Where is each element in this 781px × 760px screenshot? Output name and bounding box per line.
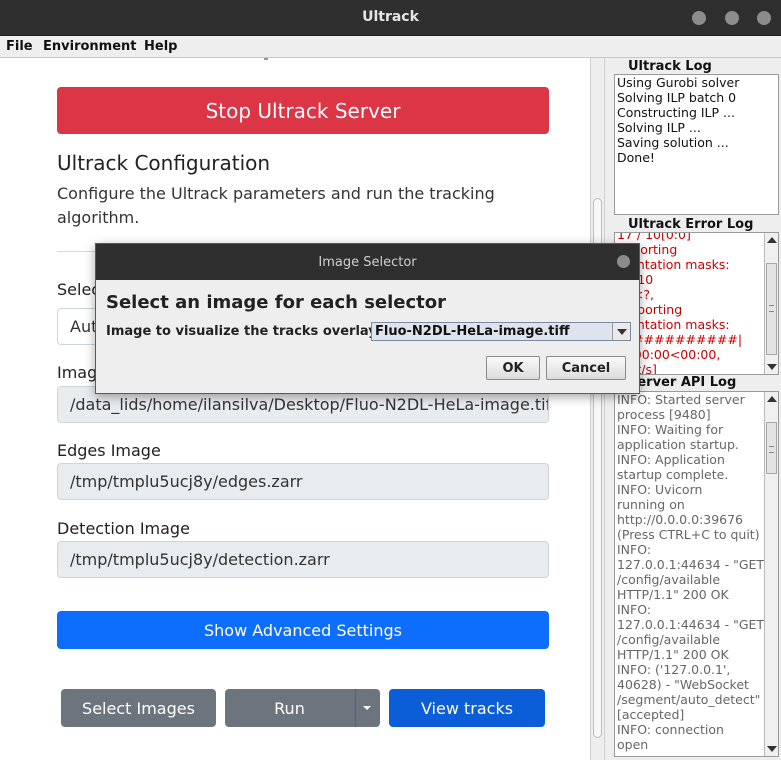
dialog-close-button[interactable] [617, 255, 630, 268]
show-advanced-settings-button[interactable]: Show Advanced Settings [57, 611, 549, 649]
detection-path-value: /tmp/tmplu5ucj8y/detection.zarr [70, 550, 330, 569]
log-line: Saving solution ... [617, 135, 729, 150]
log-line: /config/available [617, 572, 721, 587]
image-path-value: /data_lids/home/ilansilva/Desktop/Fluo-N… [70, 395, 549, 414]
cancel-button[interactable]: Cancel [546, 356, 626, 380]
log-line: INFO: Started server [617, 392, 745, 407]
config-title: Ultrack Configuration [57, 151, 271, 175]
log-line: process [9480] [617, 407, 711, 422]
log-line: Constructing ILP ... [617, 105, 735, 120]
ultrack-log[interactable]: Using Gurobi solver Solving ILP batch 0 Co… [614, 74, 779, 215]
server-log-scroll-thumb[interactable] [766, 422, 777, 474]
log-line: INFO: [617, 602, 652, 617]
config-description: Configure the Ultrack parameters and run… [57, 184, 495, 227]
overlay-image-select[interactable]: Fluo-N2DL-HeLa-image.tiff [371, 322, 631, 341]
scroll-down-icon[interactable] [767, 746, 777, 752]
dialog-heading: Select an image for each selector [106, 292, 447, 313]
log-line: 127.0.0.1:44634 - "GET [617, 617, 765, 632]
log-line: startup complete. [617, 467, 729, 482]
close-button[interactable] [757, 11, 771, 25]
overlay-image-selected: Fluo-N2DL-HeLa-image.tiff [375, 324, 570, 339]
dialog-titlebar: Image Selector [96, 244, 639, 280]
server-log[interactable]: INFO: Started server process [9480] INFO: … [614, 391, 779, 757]
select-label: Selec [57, 280, 101, 299]
log-line: INFO: ('127.0.0.1', [617, 662, 731, 677]
error-log-title: Ultrack Error Log [628, 217, 754, 232]
log-line: open [617, 737, 649, 752]
log-line: INFO: [617, 542, 652, 557]
edges-path-field[interactable]: /tmp/tmplu5ucj8y/edges.zarr [57, 463, 549, 500]
split-pane-divider[interactable] [604, 58, 612, 760]
log-line: [accepted] [617, 707, 685, 722]
log-line: 40628) - "WebSocket [617, 677, 749, 692]
overlay-image-label: Image to visualize the tracks overlay [106, 324, 377, 339]
log-line: INFO: Waiting for [617, 422, 724, 437]
image-label: Imag [57, 363, 98, 382]
stop-server-button[interactable]: Stop Ultrack Server [57, 87, 549, 134]
window-titlebar: Ultrack [0, 0, 781, 36]
image-selector-dialog: Image Selector Select an image for each … [95, 243, 640, 394]
log-line: Solving ILP ... [617, 120, 701, 135]
detection-path-field[interactable]: /tmp/tmplu5ucj8y/detection.zarr [57, 541, 549, 578]
dialog-title: Image Selector [318, 255, 417, 270]
chevron-down-icon[interactable] [612, 323, 630, 340]
menu-environment[interactable]: Environment [43, 39, 137, 54]
log-line: /segment/auto_detect" [617, 692, 761, 707]
edges-label: Edges Image [57, 441, 161, 460]
log-line: INFO: Application [617, 452, 725, 467]
log-line: http://0.0.0.0:39676 [617, 512, 744, 527]
run-label: Run [274, 698, 305, 718]
log-line: INFO: connection [617, 722, 724, 737]
server-log-scrollbar[interactable] [764, 392, 778, 756]
scroll-up-icon[interactable] [767, 396, 777, 402]
log-line: 127.0.0.1:44634 - "GET [617, 557, 765, 572]
log-line: Using Gurobi solver [617, 75, 740, 90]
split-divider [355, 689, 356, 727]
error-log-scroll-thumb[interactable] [766, 263, 777, 355]
select-value: Aut [70, 317, 98, 336]
log-line: running on [617, 497, 685, 512]
log-line: 17 / 10[0:0] [617, 232, 691, 242]
main-panel: Stop Ultrack Server Ultrack Configuratio… [0, 58, 590, 760]
log-line: /config/available [617, 632, 721, 647]
scroll-up-icon[interactable] [767, 237, 777, 243]
log-line: (Press CTRL+C to quit) [617, 527, 760, 542]
menu-help[interactable]: Help [144, 39, 177, 54]
log-line: application startup. [617, 437, 739, 452]
select-images-button[interactable]: Select Images [61, 689, 216, 727]
ok-button[interactable]: OK [486, 356, 540, 380]
ultrack-log-lines: Using Gurobi solver Solving ILP batch 0 Co… [615, 75, 778, 165]
detection-label: Detection Image [57, 519, 190, 538]
window-title: Ultrack [362, 9, 419, 25]
scroll-indicator [264, 58, 268, 60]
log-line: Solving ILP batch 0 [617, 90, 737, 105]
server-log-title: Server API Log [628, 375, 737, 390]
run-button[interactable]: Run [225, 689, 380, 727]
scroll-down-icon[interactable] [767, 364, 777, 370]
view-tracks-button[interactable]: View tracks [389, 689, 545, 727]
log-panel: Ultrack Log Using Gurobi solver Solving I… [612, 58, 781, 760]
main-scrollbar[interactable] [590, 58, 604, 760]
log-line: HTTP/1.1" 200 OK [617, 587, 729, 602]
error-log-scrollbar[interactable] [764, 233, 778, 374]
server-log-lines: INFO: Started server process [9480] INFO: … [615, 392, 778, 752]
menubar: File Environment Help [0, 36, 781, 58]
maximize-button[interactable] [725, 11, 739, 25]
log-line: Done! [617, 150, 655, 165]
log-line: INFO: Uvicorn [617, 482, 703, 497]
minimize-button[interactable] [692, 11, 706, 25]
log-line: HTTP/1.1" 200 OK [617, 647, 729, 662]
ultrack-log-title: Ultrack Log [628, 59, 712, 74]
edges-path-value: /tmp/tmplu5ucj8y/edges.zarr [70, 472, 303, 491]
menu-file[interactable]: File [6, 39, 33, 54]
chevron-down-icon[interactable] [363, 706, 371, 710]
